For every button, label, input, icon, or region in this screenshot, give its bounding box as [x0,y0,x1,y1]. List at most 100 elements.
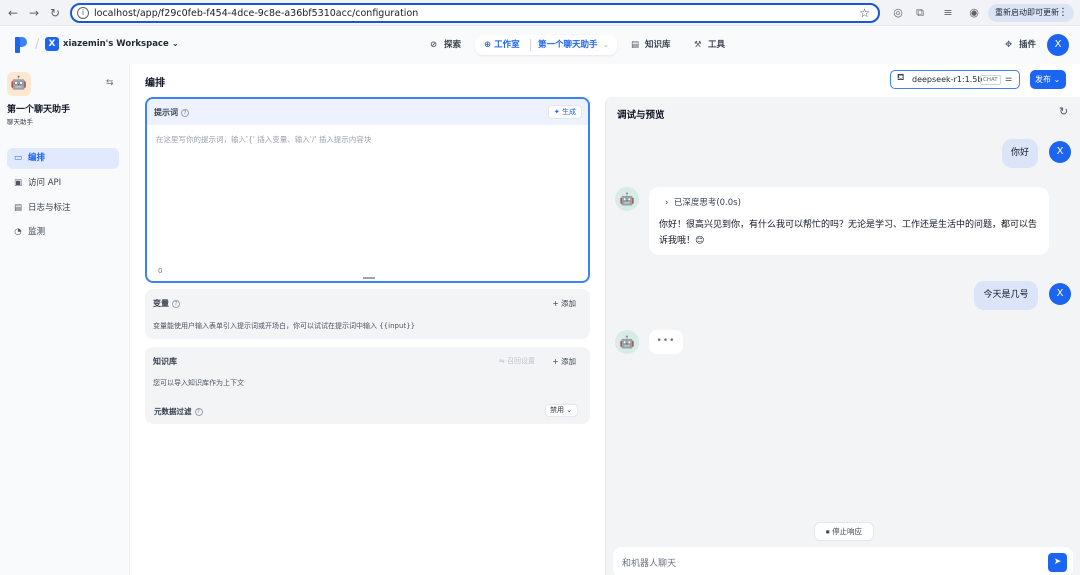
publish-button[interactable]: 发布 ⌄ [1030,70,1066,89]
help-icon[interactable]: ? [181,108,189,117]
book-icon: ▤ [631,40,640,50]
user-message: 你好 [1002,139,1038,168]
chevron-right-icon: › [665,198,669,208]
sidebar-item-monitor[interactable]: ◔ 监测 [7,222,119,243]
send-button[interactable]: ➤ [1048,553,1067,572]
sliders-icon[interactable]: ⚌ [1005,74,1012,83]
reload-icon[interactable]: ↻ [47,5,63,21]
sidebar-item-api[interactable]: ▣ 访问 API [7,173,119,194]
bookmark-star-icon[interactable]: ☆ [859,6,870,20]
knowledge-description: 您可以导入知识库作为上下文 [153,379,244,387]
knowledge-title: 知识库 [153,357,177,366]
chevron-down-icon: ⌄ [171,39,179,49]
profile-icon[interactable]: ◉ [966,5,982,21]
app-type: 聊天助手 [7,118,33,126]
stop-icon: ⏹ [825,527,830,536]
add-knowledge-button[interactable]: + 添加 [552,356,576,367]
nav-explore[interactable]: ⊘ 探索 [430,37,461,53]
nav-plugins[interactable]: ✥ 插件 [1005,37,1036,53]
help-icon[interactable]: ? [172,299,180,308]
forward-icon[interactable]: → [26,5,42,21]
stop-label: 停止响应 [832,527,863,536]
browser-toolbar: ← → ↻ i localhost/app/f29c0feb-f454-4dce… [0,0,1080,26]
dify-logo[interactable] [15,37,29,53]
divider [530,39,531,51]
generate-button[interactable]: ✦ 生成 [547,105,582,119]
sidebar-item-label: 日志与标注 [28,203,71,213]
prompt-editor-card: 提示词? ✦ 生成 在这里写你的提示词，输入'{' 插入变量、输入'/' 插入提… [145,97,590,283]
page-title: 编排 [145,78,165,89]
collapse-sidebar-icon[interactable]: ⇆ [106,78,114,88]
model-icon: ⛾ [897,73,905,83]
nav-knowledge[interactable]: ▤ 知识库 [631,37,671,53]
nav-studio[interactable]: ⊕ 工作室 第一个聊天助手 ⌄ [475,35,617,55]
nav-explore-label: 探索 [444,40,462,50]
monitor-icon: ◔ [14,227,22,237]
thinking-label: 已深度思考(0.0s) [673,198,741,208]
thinking-toggle[interactable]: › 已深度思考(0.0s) [665,196,741,208]
metadata-filter-select[interactable]: 禁用 ⌄ [545,404,578,417]
help-icon[interactable]: ? [194,408,203,416]
sidebar-item-orchestrate[interactable]: ▭ 编排 [7,148,119,169]
variables-title: 变量? [153,298,180,309]
workspace-avatar[interactable]: X [45,37,59,51]
nav-studio-label: 工作室 [494,40,520,50]
prompt-label-text: 提示词 [154,108,178,117]
sidebar-item-label: 访问 API [28,178,62,188]
user-avatar: X [1049,283,1071,305]
chevron-down-icon[interactable]: ⌄ [603,38,609,52]
sparkle-icon: ✦ [553,108,560,116]
back-icon[interactable]: ← [5,5,21,21]
app-header: / X xiazemin's Workspace ⌄ ⊘ 探索 ⊕ 工作室 第一个… [0,26,1080,64]
publish-label: 发布 [1035,75,1051,84]
add-label: 添加 [561,299,576,308]
bot-message-text: 你好！很高兴见到你，有什么我可以帮忙的吗？无论是学习、工作还是生活中的问题，都可… [659,220,1038,246]
resize-handle[interactable] [363,277,375,279]
site-info-icon[interactable]: i [77,7,89,19]
prompt-header: 提示词? ✦ 生成 [147,99,588,125]
terminal-icon: ▣ [13,178,23,188]
current-app-selector[interactable]: 第一个聊天助手 [538,38,598,52]
app-robot-icon: 🤖 [7,72,31,96]
variables-description: 变量能使用户输入表单引入提示词或开场白，你可以试试在提示词中输入 {{input… [153,322,416,330]
refresh-icon[interactable]: ↻ [1059,105,1068,118]
more-menu-icon[interactable]: ⋮ [1058,4,1068,22]
variables-section: 变量? + 添加 变量能使用户输入表单引入提示词或开场白，你可以试试在提示词中输… [145,289,590,339]
puzzle-icon[interactable]: ⧉ [912,5,928,21]
model-selector[interactable]: ⛾ deepseek-r1:1.5b CHAT ⚌ [890,70,1020,89]
model-name: deepseek-r1:1.5b [912,75,983,84]
chat-input[interactable]: 和机器人聊天 ➤ [613,547,1073,575]
workspace-selector[interactable]: xiazemin's Workspace ⌄ [63,39,179,49]
orchestrate-icon: ▭ [13,153,23,163]
update-button[interactable]: 重新启动即可更新 ⋮ [988,4,1074,22]
user-avatar[interactable]: X [1047,34,1069,56]
nav-tools[interactable]: ⚒ 工具 [694,37,725,53]
prompt-input[interactable]: 在这里写你的提示词，输入'{' 插入变量、输入'/' 插入提示内容块 [156,134,371,145]
generate-label: 生成 [562,108,576,116]
robot-icon: ⊕ [484,40,492,50]
bot-avatar: 🤖 [615,187,639,211]
add-label: 添加 [561,357,576,366]
stop-response-button[interactable]: ⏹ 停止响应 [814,522,874,541]
sidebar-item-logs[interactable]: ▤ 日志与标注 [7,198,119,219]
recall-settings-button[interactable]: ⇋ 召回设置 [499,356,535,366]
user-message: 今天是几号 [974,281,1038,310]
chevron-down-icon: ⌄ [1053,75,1061,84]
wrench-icon: ⚒ [694,40,702,50]
plus-icon: + [552,299,559,308]
variables-label: 变量 [153,299,169,308]
model-tag: CHAT [980,75,1001,85]
settings-icon: ⇋ [498,357,505,365]
bot-message: › 已深度思考(0.0s) 你好！很高兴见到你，有什么我可以帮忙的吗？无论是学习… [649,187,1049,255]
add-variable-button[interactable]: + 添加 [552,298,576,309]
log-icon: ▤ [13,203,23,213]
plugin-icon: ✥ [1005,40,1013,50]
address-bar[interactable]: i localhost/app/f29c0feb-f454-4dce-9c8e-… [70,3,880,23]
workspace-name: xiazemin's Workspace [63,39,169,49]
reading-list-icon[interactable]: ≡ [940,5,956,21]
update-label: 重新启动即可更新 [995,8,1059,17]
debug-preview-panel: 调试与预览 ↻ 你好 X 🤖 › 已深度思考(0.0s) 你好！很高兴见到你，有… [605,97,1080,575]
nav-plugins-label: 插件 [1019,40,1037,50]
nav-tools-label: 工具 [708,40,726,50]
extension-icon[interactable]: ◎ [890,5,906,21]
